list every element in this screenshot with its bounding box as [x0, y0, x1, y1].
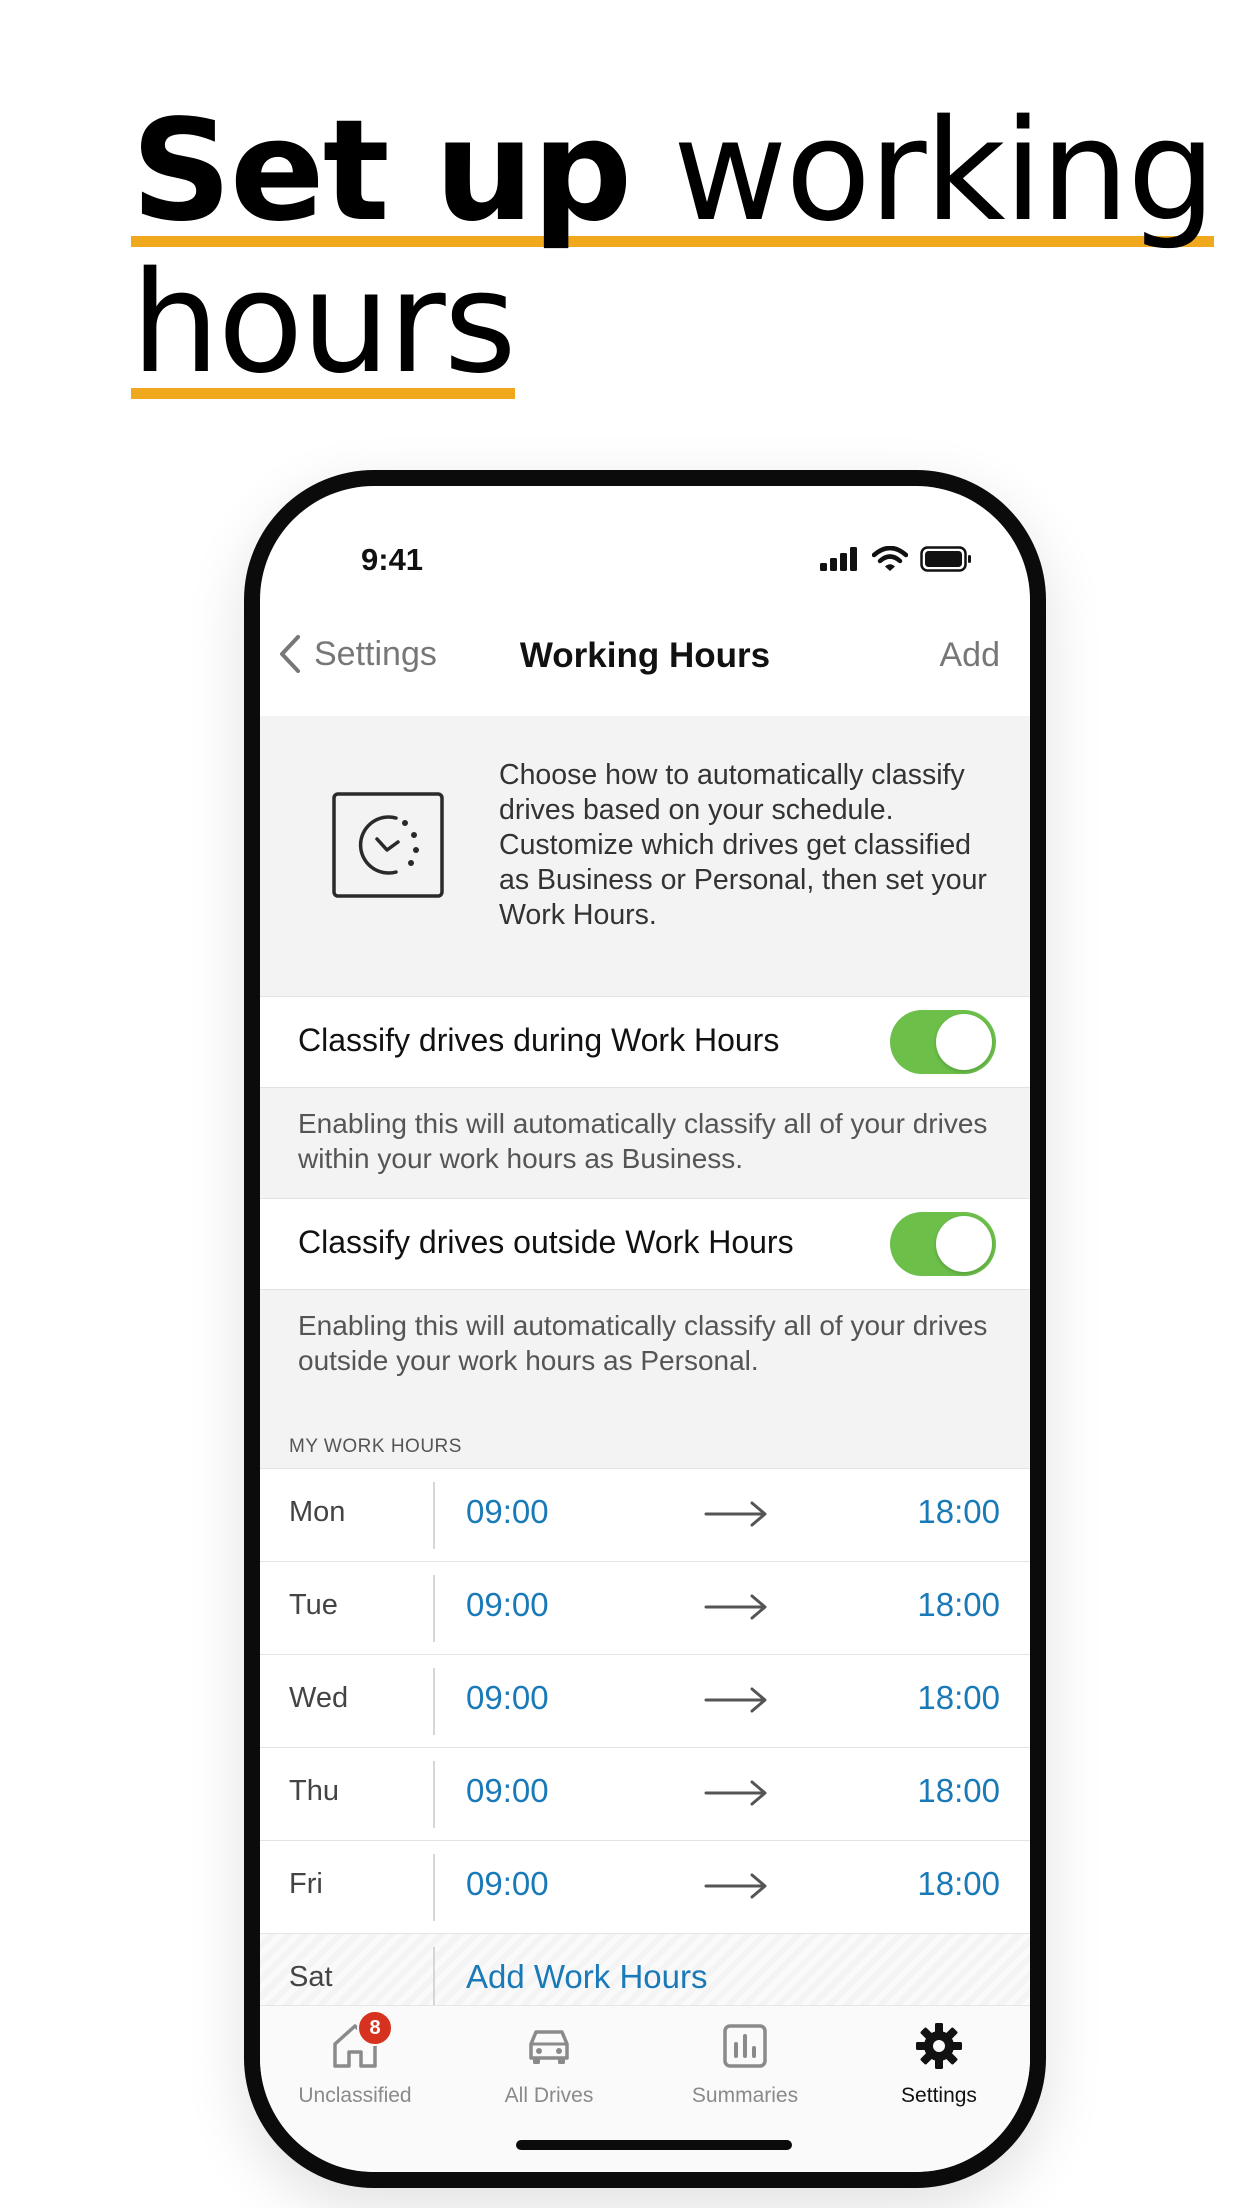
- tab-label: Settings: [901, 2084, 977, 2107]
- phone-frame: 9:41 Settings Working Hours Add Choose h…: [244, 470, 1046, 2188]
- day-label: Wed: [289, 1682, 349, 1714]
- work-hours-row-wed[interactable]: Wed 09:00 18:00: [260, 1655, 1030, 1748]
- arrow-right-icon: [704, 1501, 767, 1527]
- work-hours-header: MY WORK HOURS: [289, 1436, 462, 1457]
- cellular-signal-icon: [820, 547, 857, 571]
- day-label: Thu: [289, 1775, 339, 1807]
- work-hours-row-fri[interactable]: Fri 09:00 18:00: [260, 1841, 1030, 1934]
- add-work-hours-link[interactable]: Add Work Hours: [466, 1958, 707, 1996]
- bar-chart-icon: [723, 2024, 767, 2068]
- end-time[interactable]: 18:00: [917, 1679, 1000, 1717]
- day-label: Mon: [289, 1496, 346, 1528]
- classify-during-row: Classify drives during Work Hours: [260, 996, 1030, 1088]
- arrow-right-icon: [704, 1594, 767, 1620]
- end-time[interactable]: 18:00: [917, 1865, 1000, 1903]
- headline-bold: Set up: [131, 90, 632, 253]
- status-bar: 9:41: [260, 486, 1030, 606]
- day-label: Fri: [289, 1868, 323, 1900]
- unclassified-badge: 8: [357, 2010, 393, 2046]
- add-button[interactable]: Add: [940, 636, 1001, 675]
- tab-label: All Drives: [504, 2084, 594, 2107]
- phone-screen: 9:41 Settings Working Hours Add Choose h…: [260, 486, 1030, 2172]
- status-time: 9:41: [361, 542, 424, 577]
- wifi-icon: [872, 546, 908, 571]
- end-time[interactable]: 18:00: [917, 1493, 1000, 1531]
- classify-outside-label: Classify drives outside Work Hours: [298, 1224, 794, 1260]
- start-time[interactable]: 09:00: [466, 1772, 549, 1810]
- tab-label: Unclassified: [298, 2084, 412, 2107]
- tab-label: Summaries: [691, 2084, 799, 2107]
- car-icon: [529, 2030, 569, 2064]
- end-time[interactable]: 18:00: [917, 1586, 1000, 1624]
- headline: Set up working hours: [131, 96, 1216, 400]
- tab-settings[interactable]: Settings: [854, 2020, 1024, 2108]
- tab-unclassified[interactable]: 8 Unclassified: [270, 2010, 440, 2108]
- classify-during-label: Classify drives during Work Hours: [298, 1022, 780, 1058]
- arrow-right-icon: [704, 1687, 767, 1713]
- work-hours-row-tue[interactable]: Tue 09:00 18:00: [260, 1562, 1030, 1655]
- tab-all-drives[interactable]: All Drives: [464, 2020, 634, 2108]
- gear-icon: [916, 2023, 962, 2069]
- headline-regular: working: [672, 90, 1216, 253]
- end-time[interactable]: 18:00: [917, 1772, 1000, 1810]
- work-hours-list: Mon 09:00 18:00 Tue 09:00 18:00 Wed 09:0…: [260, 1468, 1030, 2027]
- intro-section: Choose how to automatically classify dri…: [260, 716, 1030, 996]
- start-time[interactable]: 09:00: [466, 1679, 549, 1717]
- classify-outside-row: Classify drives outside Work Hours: [260, 1198, 1030, 1290]
- day-label: Sat: [289, 1961, 333, 1993]
- content-area: Choose how to automatically classify dri…: [260, 716, 1030, 2027]
- tab-bar: 8 Unclassified All Drives Summaries Sett…: [260, 2005, 1030, 2172]
- start-time[interactable]: 09:00: [466, 1586, 549, 1624]
- start-time[interactable]: 09:00: [466, 1493, 549, 1531]
- classify-during-toggle[interactable]: [890, 1010, 996, 1074]
- work-hours-row-thu[interactable]: Thu 09:00 18:00: [260, 1748, 1030, 1841]
- day-label: Tue: [289, 1589, 338, 1621]
- navigation-bar: Settings Working Hours Add: [260, 606, 1030, 716]
- tab-summaries[interactable]: Summaries: [660, 2020, 830, 2108]
- arrow-right-icon: [704, 1780, 767, 1806]
- page-title: Working Hours: [519, 636, 771, 675]
- intro-description: Choose how to automatically classify dri…: [499, 759, 987, 931]
- arrow-right-icon: [704, 1873, 767, 1899]
- headline-second-line: hours: [131, 242, 517, 405]
- classify-outside-note: Enabling this will automatically classif…: [298, 1310, 988, 1376]
- work-hours-row-mon[interactable]: Mon 09:00 18:00: [260, 1469, 1030, 1562]
- classify-during-note: Enabling this will automatically classif…: [298, 1108, 988, 1174]
- home-indicator[interactable]: [516, 2140, 792, 2150]
- clock-schedule-icon: [332, 792, 444, 898]
- battery-icon: [920, 546, 971, 572]
- start-time[interactable]: 09:00: [466, 1865, 549, 1903]
- classify-outside-toggle[interactable]: [890, 1212, 996, 1276]
